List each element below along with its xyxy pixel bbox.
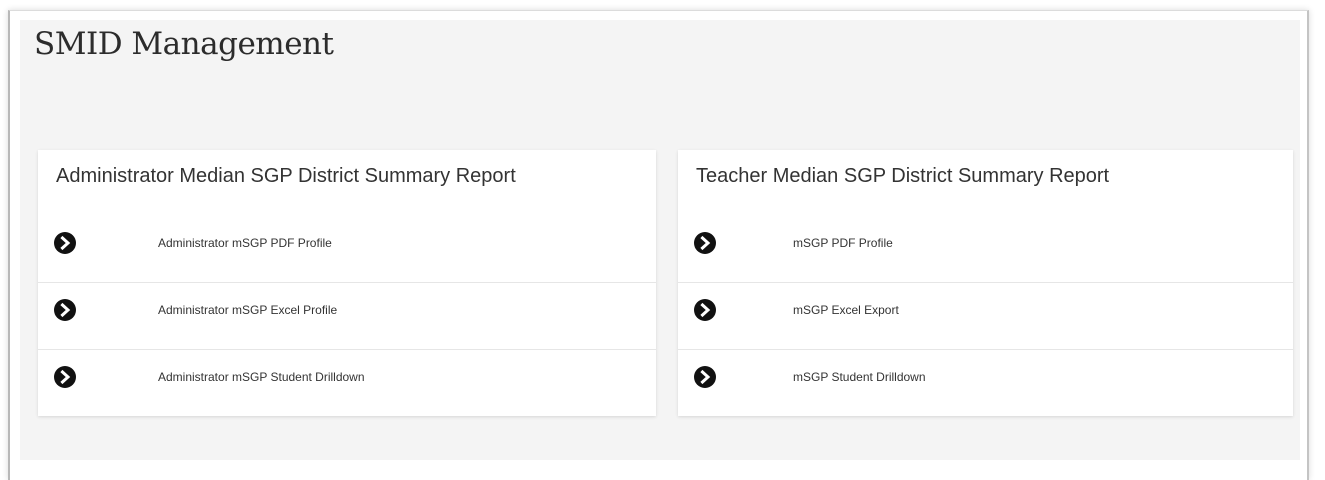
teacher-student-drilldown-link[interactable]: mSGP Student Drilldown [678, 350, 1293, 416]
administrator-student-drilldown-link[interactable]: Administrator mSGP Student Drilldown [38, 350, 656, 416]
report-link-list: mSGP PDF Profile mSGP Excel Export mSGP … [678, 216, 1293, 416]
teacher-pdf-profile-link[interactable]: mSGP PDF Profile [678, 216, 1293, 283]
link-label: mSGP Student Drilldown [793, 370, 926, 384]
link-label: mSGP PDF Profile [793, 236, 893, 250]
card-title: Administrator Median SGP District Summar… [56, 165, 516, 187]
chevron-right-circle-icon [54, 299, 76, 321]
card-title: Teacher Median SGP District Summary Repo… [696, 165, 1110, 187]
teacher-excel-export-link[interactable]: mSGP Excel Export [678, 283, 1293, 350]
link-label: Administrator mSGP PDF Profile [158, 236, 332, 250]
chevron-right-circle-icon [54, 232, 76, 254]
chevron-right-circle-icon [694, 366, 716, 388]
chevron-right-circle-icon [694, 299, 716, 321]
link-label: Administrator mSGP Excel Profile [158, 303, 338, 317]
chevron-right-circle-icon [54, 366, 76, 388]
administrator-pdf-profile-link[interactable]: Administrator mSGP PDF Profile [38, 216, 656, 283]
administrator-excel-profile-link[interactable]: Administrator mSGP Excel Profile [38, 283, 656, 350]
teacher-report-card: Teacher Median SGP District Summary Repo… [678, 150, 1293, 416]
link-label: Administrator mSGP Student Drilldown [158, 370, 365, 384]
chevron-right-circle-icon [694, 232, 716, 254]
link-label: mSGP Excel Export [793, 303, 899, 317]
page-title: SMID Management [34, 26, 334, 62]
report-link-list: Administrator mSGP PDF Profile Administr… [38, 216, 656, 416]
administrator-report-card: Administrator Median SGP District Summar… [38, 150, 656, 416]
